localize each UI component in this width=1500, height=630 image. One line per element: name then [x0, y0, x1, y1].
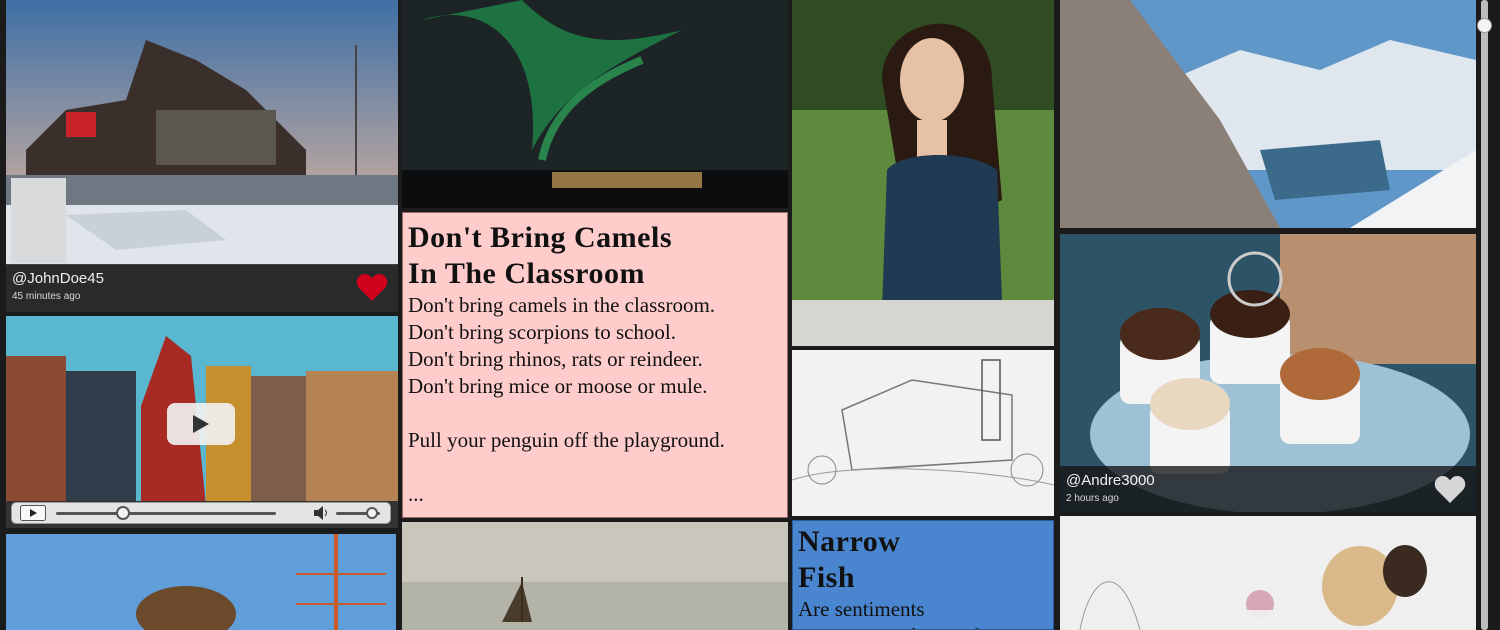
card-title: Don't Bring Camels In The Classroom [408, 221, 672, 290]
seek-handle[interactable] [116, 506, 130, 520]
timestamp: 2 hours ago [1066, 493, 1119, 504]
building-sketch-photo [792, 350, 1054, 516]
scrollbar[interactable] [1477, 0, 1492, 630]
scroll-thumb[interactable] [1477, 18, 1492, 33]
text-card-narrow-fish[interactable]: Narrow Fish Are sentiments consequents d… [792, 520, 1054, 630]
photo-tile-opera-house[interactable]: @JohnDoe45 45 minutes ago [6, 0, 398, 312]
play-icon [193, 415, 209, 433]
play-button[interactable] [167, 403, 235, 445]
volume-handle[interactable] [366, 507, 378, 519]
heart-icon[interactable] [356, 272, 388, 302]
card-body: Are sentiments consequents decisively [798, 597, 991, 629]
photo-tile-portrait[interactable] [792, 0, 1054, 346]
play-control-icon[interactable] [20, 505, 46, 521]
statue-ship-photo [6, 534, 396, 630]
username[interactable]: @JohnDoe45 [12, 270, 104, 287]
photo-tile-aurora[interactable] [402, 0, 788, 208]
username[interactable]: @Andre3000 [1066, 472, 1155, 489]
photo-tile-ship-painting[interactable] [402, 522, 788, 630]
timestamp: 45 minutes ago [12, 291, 81, 302]
aurora-photo [402, 0, 788, 208]
text-card-camels[interactable]: Don't Bring Camels In The Classroom Don'… [402, 212, 788, 518]
fjord-photo [1060, 0, 1476, 228]
photo-tile-sketch[interactable] [792, 350, 1054, 516]
card-title: Narrow Fish [798, 525, 901, 594]
seek-bar[interactable] [56, 512, 276, 515]
post-info-bar: @Andre3000 2 hours ago [1060, 466, 1476, 512]
video-tile-wedding[interactable] [1060, 516, 1476, 630]
video-controls [11, 502, 391, 524]
photo-tile-fjord[interactable] [1060, 0, 1476, 228]
post-info-bar: @JohnDoe45 45 minutes ago [6, 264, 398, 312]
photo-tile-cupcakes[interactable]: @Andre3000 2 hours ago [1060, 234, 1476, 512]
ship-painting-photo [402, 522, 788, 630]
play-button[interactable] [1232, 610, 1300, 630]
card-body: Don't bring camels in the classroom. Don… [408, 293, 725, 506]
volume-icon[interactable] [312, 505, 332, 521]
portrait-photo [792, 0, 1054, 346]
heart-icon[interactable] [1434, 474, 1466, 504]
photo-tile-statue-ship[interactable] [6, 534, 396, 630]
video-tile-old-town[interactable] [6, 316, 398, 528]
